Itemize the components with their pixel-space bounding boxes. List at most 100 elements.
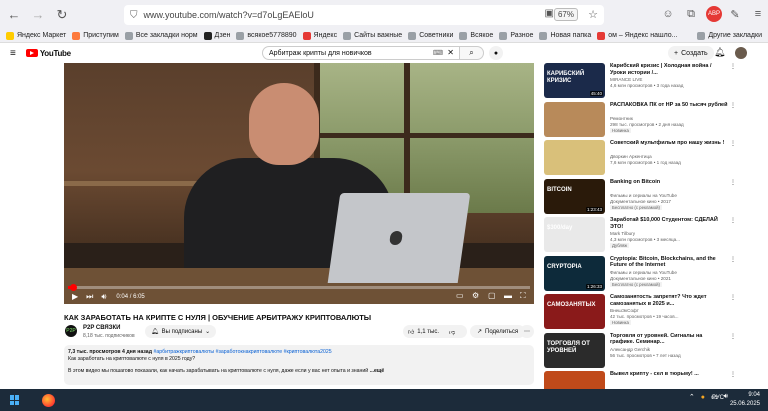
youtube-logo[interactable]: YouTube bbox=[25, 49, 71, 58]
share-button[interactable]: ↗ Поделиться bbox=[470, 325, 526, 338]
recommendation-channel[interactable]: Фильмы и сериалы на YouTube bbox=[610, 193, 677, 198]
recommendation-title[interactable]: Cryptopia: Bitcoin, Blockchains, and the… bbox=[610, 256, 728, 269]
more-options-icon[interactable]: ⋮ bbox=[730, 333, 736, 340]
more-options-icon[interactable]: ⋮ bbox=[730, 140, 736, 147]
recommended-video[interactable]: $300/day Заработай $10,000 Студентом: СДЕ… bbox=[544, 217, 768, 253]
more-options-icon[interactable]: ⋮ bbox=[730, 294, 736, 301]
chevron-up-icon[interactable]: ⌃ bbox=[689, 393, 695, 401]
video-thumbnail[interactable]: ТОРГОВЛЯ ОТ УРОВНЕЙ bbox=[544, 332, 605, 368]
forward-arrow-icon[interactable]: → bbox=[28, 5, 48, 25]
bookmark-item[interactable]: Всякое bbox=[459, 31, 493, 40]
recommendation-title[interactable]: Карибский кризис | Холодная война / Урок… bbox=[610, 63, 728, 76]
notifications-bell-icon[interactable]: 🔔︎ bbox=[714, 47, 725, 58]
recommendation-title[interactable]: Banking on Bitcoin bbox=[610, 179, 728, 186]
video-player[interactable]: ▶ ⏭ 🔊︎ 0:04 / 6:05 ▭ ⚙ ▢ ▬ ⛶ bbox=[64, 63, 534, 304]
more-options-icon[interactable]: ⋮ bbox=[730, 102, 736, 109]
recommendation-channel[interactable]: Фильмы и сериалы на YouTube bbox=[610, 270, 677, 275]
bookmark-item[interactable]: всякое5778890 bbox=[236, 31, 297, 40]
recommendation-title[interactable]: Заработай $10,000 Студентом: СДЕЛАЙ ЭТО! bbox=[610, 217, 728, 230]
adblock-icon[interactable]: ABP bbox=[706, 6, 722, 22]
clock[interactable]: 9:04 25.06.2025 bbox=[730, 391, 760, 409]
bookmark-item[interactable]: Разное bbox=[499, 31, 533, 40]
video-thumbnail[interactable]: САМОЗАНЯТЫХ bbox=[544, 294, 605, 329]
more-options-icon[interactable]: ⋮ bbox=[730, 256, 736, 263]
miniplayer-icon[interactable]: ▢ bbox=[488, 291, 496, 300]
recommendation-title[interactable]: Советский мультфильм про нашу жизнь ! bbox=[610, 140, 728, 147]
theater-mode-icon[interactable]: ▬ bbox=[504, 291, 512, 300]
site-info-icon[interactable]: ⛉ bbox=[130, 10, 138, 21]
bookmark-item[interactable]: Дзен bbox=[203, 31, 230, 40]
bookmark-item[interactable]: Советники bbox=[408, 31, 453, 40]
reader-view-icon[interactable]: ▣ bbox=[545, 8, 554, 19]
settings-icon[interactable]: ⚙ bbox=[472, 291, 479, 300]
search-button[interactable]: ⌕ bbox=[460, 46, 484, 60]
show-more-link[interactable]: ...ещё bbox=[370, 368, 384, 374]
video-thumbnail[interactable]: CRYPTOPIA 1:26:33 bbox=[544, 255, 605, 291]
bookmark-item[interactable]: Новая папка bbox=[539, 31, 591, 40]
recommendation-title[interactable]: Вывел крипту - сел в тюрьму! ... bbox=[610, 371, 728, 378]
volume-icon[interactable]: 🔊︎ bbox=[101, 292, 106, 302]
bookmark-item[interactable]: Яндекс Маркет bbox=[6, 31, 66, 40]
bookmark-item[interactable]: Сайты важные bbox=[343, 31, 402, 40]
keyboard-icon[interactable]: ⌨ bbox=[433, 49, 443, 57]
recommendation-channel[interactable]: Александр Gerchik bbox=[610, 347, 650, 352]
windows-start-icon[interactable] bbox=[10, 395, 20, 405]
reload-icon[interactable]: ↻ bbox=[52, 5, 72, 25]
fullscreen-icon[interactable]: ⛶ bbox=[520, 291, 526, 301]
bookmark-item[interactable]: Приступим bbox=[72, 31, 119, 40]
recommendation-title[interactable]: РАСПАКОВКА ПК от HP за 50 тысяч рублей bbox=[610, 102, 728, 109]
video-thumbnail[interactable]: $300/day bbox=[544, 217, 605, 252]
more-options-icon[interactable]: ⋮ bbox=[730, 63, 736, 70]
speaker-icon[interactable]: 🔊︎ bbox=[724, 393, 728, 401]
bookmark-item[interactable]: ом – Яндекс нашло... bbox=[597, 31, 678, 40]
recommendation-title[interactable]: Торговля от уровней. Сигналы на графике.… bbox=[610, 333, 728, 346]
user-avatar[interactable] bbox=[735, 47, 747, 59]
channel-avatar[interactable]: P2P bbox=[65, 325, 77, 337]
subscribed-button[interactable]: 🔔︎ Вы подписаны ⌄ bbox=[145, 325, 217, 338]
account-icon[interactable]: ☺ bbox=[660, 6, 676, 22]
channel-name[interactable]: P2P СВЯЗКИ bbox=[83, 325, 120, 331]
recommendation-channel[interactable]: Дворкин Аркентица bbox=[610, 154, 652, 159]
recommendation-channel[interactable]: MIRANCE LIVE bbox=[610, 77, 642, 82]
bookmark-star-icon[interactable]: ☆ bbox=[588, 8, 598, 21]
recommended-video[interactable]: КАРИБСКИЙ КРИЗИС 45:40 Карибский кризис | … bbox=[544, 63, 768, 99]
create-button[interactable]: + Создать bbox=[668, 46, 714, 60]
hamburger-menu-icon[interactable]: ≡ bbox=[10, 48, 16, 59]
more-options-icon[interactable]: ⋮ bbox=[730, 179, 736, 186]
next-icon[interactable]: ⏭ bbox=[86, 292, 93, 302]
captions-icon[interactable]: ▭ bbox=[456, 291, 464, 300]
app-tray-icon[interactable]: ● bbox=[701, 394, 705, 401]
play-icon[interactable]: ▶ bbox=[72, 292, 78, 301]
more-options-icon[interactable]: ⋮ bbox=[730, 371, 736, 378]
firefox-icon[interactable] bbox=[42, 393, 55, 407]
voice-search-button[interactable]: ● bbox=[489, 46, 503, 60]
bookmark-item[interactable]: Другие закладки bbox=[697, 31, 762, 40]
paint-icon[interactable]: ✎ bbox=[727, 6, 743, 22]
recommended-video[interactable]: РАСПАКОВКА ПК от HP за 50 тысяч рублей ⋮ Р… bbox=[544, 101, 768, 138]
search-input[interactable]: Арбитраж крипты для новичков ⌨ ✕ bbox=[262, 46, 460, 60]
bookmark-item[interactable]: Все закладки норм bbox=[124, 31, 198, 40]
video-thumbnail[interactable] bbox=[544, 140, 605, 175]
recommendation-channel[interactable]: Mark Tilbury bbox=[610, 231, 635, 236]
recommendation-channel[interactable]: ВнешЭкСофт bbox=[610, 308, 639, 313]
bookmark-item[interactable]: Яндекс bbox=[302, 31, 337, 40]
clear-search-icon[interactable]: ✕ bbox=[447, 48, 454, 57]
recommended-video[interactable]: САМОЗАНЯТЫХ Самозанятость запретят? Что ж… bbox=[544, 294, 768, 330]
like-button[interactable]: 👍︎ 1,1 тыс. 👎︎ bbox=[403, 325, 467, 338]
address-bar[interactable]: ⛉ www.youtube.com/watch?v=d7oLgEAEloU ▣ … bbox=[124, 5, 604, 25]
recommendation-title[interactable]: Самозанятость запретят? Что ждет самозан… bbox=[610, 294, 728, 307]
language-indicator[interactable]: РУС bbox=[712, 395, 724, 401]
more-options-icon[interactable]: ⋮ bbox=[730, 217, 736, 224]
recommended-video[interactable]: BITCOIN 1:23:43 Banking on Bitcoin ⋮ Фильмы … bbox=[544, 178, 768, 215]
recommended-video[interactable]: ТОРГОВЛЯ ОТ УРОВНЕЙ Торговля от уровней. … bbox=[544, 332, 768, 369]
video-thumbnail[interactable] bbox=[544, 101, 605, 137]
recommended-video[interactable]: Советский мультфильм про нашу жизнь ! ⋮ Дв… bbox=[544, 140, 768, 176]
recommendation-channel[interactable]: Ремонтник bbox=[610, 116, 633, 121]
video-thumbnail[interactable]: BITCOIN 1:23:43 bbox=[544, 178, 605, 214]
thumbs-down-icon[interactable]: 👎︎ bbox=[449, 328, 455, 336]
more-actions-button[interactable]: ⋯ bbox=[520, 325, 534, 338]
back-arrow-icon[interactable]: ← bbox=[4, 5, 24, 25]
hashtags[interactable]: #арбитражкриптовалюты #заработокнакрипто… bbox=[153, 349, 331, 355]
extensions-icon[interactable]: ⧉ bbox=[683, 6, 699, 22]
video-thumbnail[interactable]: КАРИБСКИЙ КРИЗИС 45:40 bbox=[544, 63, 605, 98]
